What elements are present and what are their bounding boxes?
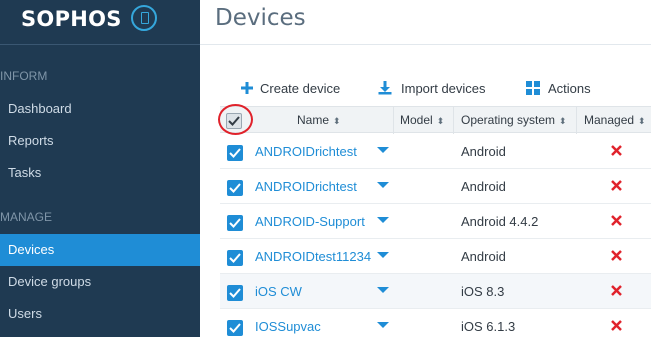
device-os: iOS 6.1.3 [461, 319, 516, 334]
device-os: Android [461, 249, 506, 264]
check-icon [229, 323, 241, 333]
chevron-down-icon[interactable] [377, 287, 389, 293]
column-name-label: Name [297, 113, 330, 127]
chevron-down-icon[interactable] [377, 217, 389, 223]
sort-icon: ⬍ [638, 116, 646, 126]
check-icon [229, 253, 241, 263]
actions-label: Actions [548, 81, 591, 96]
row-checkbox[interactable] [227, 285, 243, 301]
nav-item-reports[interactable]: Reports [0, 125, 200, 157]
device-os: Android [461, 144, 506, 159]
device-name-link[interactable]: IOSSupvac [255, 319, 321, 334]
logo-text: SOPHOS [21, 7, 122, 31]
check-icon [229, 148, 241, 158]
sidebar: SOPHOS INFORM Dashboard Reports Tasks MA… [0, 0, 200, 337]
red-x-icon [611, 320, 622, 331]
nav-item-dashboard[interactable]: Dashboard [0, 93, 200, 125]
nav-item-devices[interactable]: Devices [0, 234, 200, 266]
device-name-link[interactable]: ANDROIDrichtest [255, 179, 357, 194]
chevron-down-icon[interactable] [377, 182, 389, 188]
red-x-icon [611, 180, 622, 191]
section-manage: MANAGE [0, 210, 53, 224]
table-row[interactable]: ANDROIDrichtest Android [220, 134, 651, 169]
column-os-label: Operating system [461, 113, 556, 127]
table-row[interactable]: ANDROIDrichtest Android [220, 169, 651, 204]
sort-icon: ⬍ [333, 116, 341, 126]
chevron-down-icon[interactable] [377, 252, 389, 258]
check-icon [229, 183, 241, 193]
table-header: Name ⬍ Model ⬍ Operating system ⬍ Managed ⬍ [218, 104, 651, 135]
sophos-logo[interactable]: SOPHOS [21, 5, 181, 35]
column-header-model[interactable]: Model ⬍ [400, 107, 444, 134]
page-title: Devices [215, 5, 306, 31]
import-devices-label: Import devices [401, 81, 486, 96]
row-checkbox[interactable] [227, 250, 243, 266]
download-icon [378, 81, 392, 95]
table-row[interactable]: iOS CW iOS 8.3 [220, 274, 651, 309]
device-name-link[interactable]: ANDROIDrichtest [255, 144, 357, 159]
header-divider [200, 44, 651, 45]
red-x-icon [611, 250, 622, 261]
create-device-label: Create device [260, 81, 341, 96]
row-checkbox[interactable] [227, 320, 243, 336]
nav-item-device-groups[interactable]: Device groups [0, 266, 200, 298]
row-checkbox[interactable] [227, 180, 243, 196]
column-header-managed[interactable]: Managed ⬍ [584, 107, 646, 134]
sidebar-divider [0, 44, 200, 45]
annotation-circle [218, 104, 253, 135]
column-separator [393, 107, 394, 134]
sort-icon: ⬍ [559, 116, 567, 126]
sort-icon: ⬍ [436, 116, 445, 126]
table-row[interactable]: IOSSupvac iOS 6.1.3 [220, 309, 651, 337]
row-checkbox[interactable] [227, 145, 243, 161]
device-name-link[interactable]: ANDROIDtest11234 [255, 249, 371, 264]
column-model-label: Model [400, 113, 433, 127]
table-row[interactable]: ANDROIDtest11234 Android [220, 239, 651, 274]
device-os: Android [461, 179, 506, 194]
red-x-icon [611, 215, 622, 226]
nav-item-tasks[interactable]: Tasks [0, 157, 200, 189]
column-header-name[interactable]: Name ⬍ [297, 107, 341, 134]
column-header-os[interactable]: Operating system ⬍ [461, 107, 567, 134]
column-separator [576, 107, 577, 134]
row-checkbox[interactable] [227, 215, 243, 231]
column-managed-label: Managed [584, 113, 635, 127]
column-separator [453, 107, 454, 134]
nav-item-users[interactable]: Users [0, 298, 200, 330]
mobile-device-icon [131, 5, 157, 31]
grid-icon [526, 81, 540, 95]
chevron-down-icon[interactable] [377, 147, 389, 153]
red-x-icon [611, 285, 622, 296]
section-inform: INFORM [0, 69, 48, 83]
device-os: iOS 8.3 [461, 284, 505, 299]
check-icon [229, 218, 241, 228]
plus-icon [241, 82, 253, 94]
device-name-link[interactable]: ANDROID-Support [255, 214, 365, 229]
device-name-link[interactable]: iOS CW [255, 284, 302, 299]
table-row[interactable]: ANDROID-Support Android 4.4.2 [220, 204, 651, 239]
red-x-icon [611, 145, 622, 156]
chevron-down-icon[interactable] [377, 322, 389, 328]
check-icon [229, 288, 241, 298]
device-os: Android 4.4.2 [461, 214, 539, 229]
